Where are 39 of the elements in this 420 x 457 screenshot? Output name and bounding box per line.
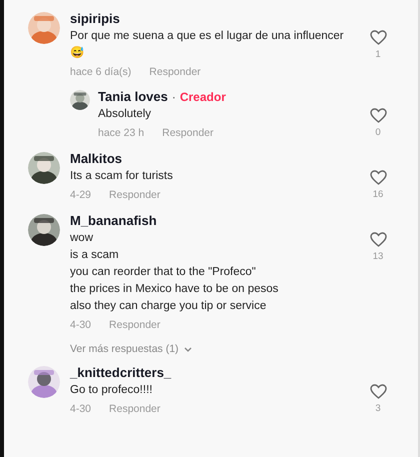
comment-text: you can reorder that to the "Profeco" [70,265,257,280]
heart-icon[interactable] [370,30,386,45]
heart-icon[interactable] [370,384,386,399]
comment-time: 4-30 [70,318,92,333]
like-count: 0 [375,127,381,138]
like-count: 16 [372,189,384,200]
comment-text: wow [70,231,94,246]
like-count: 3 [375,403,381,414]
comment-text: Its a scam for turists [70,169,174,184]
heart-icon[interactable] [370,108,386,123]
comment-text: Absolutely [98,107,152,122]
comment-text: Go to profeco!!!! [70,383,154,398]
username[interactable]: _knittedcritters_ [70,364,172,382]
heart-icon[interactable] [370,170,386,185]
reply-link[interactable]: Responder [149,65,201,80]
reply-link[interactable]: Responder [109,318,160,333]
like-count: 1 [375,49,381,60]
comment-time: 4-29 [70,188,92,203]
comment-time: hace 6 día(s) [70,65,132,80]
comment-text: 😅 [70,45,85,61]
reply-link[interactable]: Responder [109,188,160,203]
like-count: 13 [372,251,384,262]
separator-dot: · [172,90,176,104]
reply-link[interactable]: Responder [109,402,160,417]
reply-link[interactable]: Responder [162,126,214,141]
username[interactable]: M_bananafish [70,212,157,230]
username[interactable]: Malkitos [70,150,122,168]
username[interactable]: Tania loves [98,88,168,106]
comment-text: also they can charge you tip or service [70,299,268,314]
comment-time: 4-30 [70,402,92,417]
comment-text: Por que me suena a que es el lugar de una influencer [70,29,345,44]
chevron-down-icon [184,346,192,352]
comment-time: hace 23 h [98,126,144,141]
more-replies-link[interactable]: Ver más respuestas (1) [70,343,192,355]
creator-label: Creador [180,90,226,104]
heart-icon[interactable] [370,232,386,247]
comment-text: is a scam [70,248,120,263]
comment-text: the prices in Mexico have to be on pesos [70,282,280,297]
username[interactable]: sipiripis [70,10,120,28]
